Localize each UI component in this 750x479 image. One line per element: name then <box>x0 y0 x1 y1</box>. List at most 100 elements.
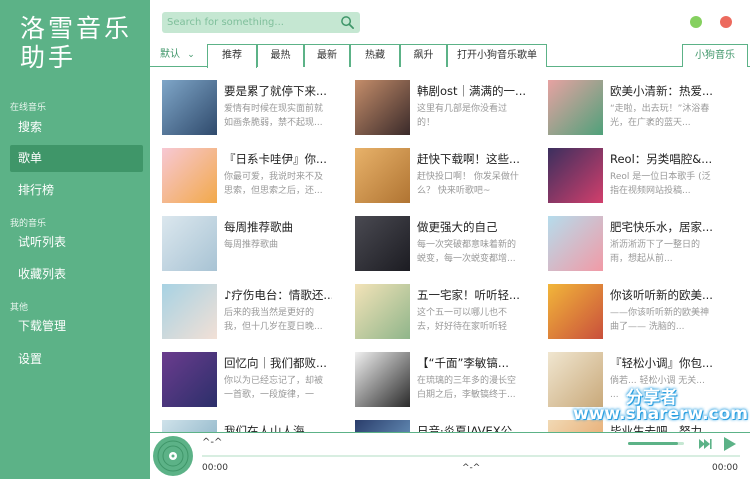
sidebar-item-settings[interactable]: 设置 <box>10 346 143 373</box>
playlist-card[interactable]: 肥宅快乐水，居家... 淅沥淅沥下了一整日的雨，想起从前... <box>536 216 721 276</box>
total-time: 00:00 <box>712 463 738 473</box>
playlist-cover[interactable] <box>548 80 603 135</box>
playlist-cover[interactable] <box>162 420 217 432</box>
playlist-card[interactable]: 我们在人山人海... <box>150 420 335 432</box>
search-input[interactable] <box>167 12 332 33</box>
playlist-title[interactable]: 『日系卡哇伊』你... <box>224 151 332 167</box>
playlist-cover[interactable] <box>162 352 217 407</box>
playlist-title[interactable]: 赶快下载啊！这些... <box>417 151 525 167</box>
playlist-title[interactable]: 日音·炎夏|AVEX公... <box>417 423 525 432</box>
playlist-cover[interactable] <box>162 80 217 135</box>
playlist-card[interactable]: 日音·炎夏|AVEX公... <box>343 420 528 432</box>
playlist-description: 这里有几部是你没看过的！ <box>417 104 508 128</box>
play-icon[interactable] <box>723 436 737 452</box>
playlist-title[interactable]: 我们在人山人海... <box>224 423 332 432</box>
playlist-title[interactable]: 欧美小清新：热爱... <box>610 83 718 99</box>
tab-hot-collect[interactable]: 热藏 <box>350 44 400 67</box>
section-label-my-music: 我的音乐 <box>10 219 47 229</box>
volume-fill <box>628 442 679 445</box>
section-label-other: 其他 <box>10 303 29 313</box>
playlist-card[interactable]: 回忆向｜我们都败... 你以为已经忘记了，却被一首歌，一段旋律，一张... <box>150 352 335 412</box>
playlist-cover[interactable] <box>355 80 410 135</box>
playlist-cover[interactable] <box>548 284 603 339</box>
playlist-cover[interactable] <box>355 352 410 407</box>
close-button[interactable] <box>720 16 732 28</box>
search-icon[interactable] <box>340 15 355 30</box>
tab-open-kugou-playlist[interactable]: 打开小狗音乐歌单 <box>447 44 547 67</box>
sidebar-item-charts[interactable]: 排行榜 <box>10 177 143 204</box>
tab-newest[interactable]: 最新 <box>304 44 350 67</box>
sort-dropdown-label: 默认 <box>160 49 180 60</box>
track-name: ^-^ <box>202 437 223 448</box>
playlist-card[interactable]: 要是累了就停下来... 爱情有时候在现实面前就如画条脆弱，禁不起现... <box>150 80 335 140</box>
volume-slider[interactable] <box>628 442 684 445</box>
playlist-title[interactable]: 韩剧ost｜满满的一... <box>417 83 525 99</box>
playlist-description: 爱情有时候在现实面前就如画条脆弱，禁不起现... <box>224 104 324 128</box>
playlist-cover[interactable] <box>162 216 217 271</box>
playlist-card[interactable]: 『日系卡哇伊』你... 你最可爱，我说时来不及思索，但思索之后，还... <box>150 148 335 208</box>
playlist-card[interactable]: ♪疗伤电台：情歌还... 后来的我当然是更好的我，但十几岁在夏日晚... <box>150 284 335 344</box>
playlist-cover[interactable] <box>355 420 410 432</box>
tab-bar: 默认 ⌄ 推荐 最热 最新 热藏 飙升 打开小狗音乐歌单 小狗音乐 <box>150 44 750 68</box>
playlist-card[interactable]: 【“千面”李敏镐... 在琉璃的三年多的漫长空白期之后，李敏镐终于... <box>343 352 528 412</box>
playlist-card[interactable]: 每周推荐歌曲 每周推荐歌曲 <box>150 216 335 276</box>
playlist-cover[interactable] <box>355 216 410 271</box>
playlist-cover[interactable] <box>548 148 603 203</box>
playlist-description: ——你该听听新的欧美神曲了—— 洗脑的... <box>610 308 710 332</box>
playlist-cover[interactable] <box>355 284 410 339</box>
playlist-card[interactable]: Reol：另类唱腔&... Reol 是一位日本歌手 (泛指在视频网站投稿... <box>536 148 721 208</box>
playlist-cover[interactable] <box>355 148 410 203</box>
playlist-card[interactable]: 做更强大的自己每一次突破都意味着新的蜕变，每一次蜕变都增... <box>343 216 528 276</box>
playlist-grid: 要是累了就停下来... 爱情有时候在现实面前就如画条脆弱，禁不起现... 韩剧ost… <box>150 67 750 432</box>
playlist-card[interactable]: 韩剧ost｜满满的一... 这里有几部是你没看过的！ <box>343 80 528 140</box>
sidebar-item-downloads[interactable]: 下载管理 <box>10 313 143 340</box>
minimize-button[interactable] <box>690 16 702 28</box>
playlist-description: 你以为已经忘记了，却被一首歌，一段旋律，一张... <box>224 376 324 400</box>
playlist-cover[interactable] <box>548 352 603 407</box>
playlist-title[interactable]: 每周推荐歌曲 <box>224 219 332 235</box>
playlist-title[interactable]: 回忆向｜我们都败... <box>224 355 332 371</box>
playlist-card[interactable]: 赶快下载啊！这些... 赶快投口啊！ 你发呆做什么？ 快来听歌吧~ <box>343 148 528 208</box>
album-disc-icon[interactable] <box>152 435 194 477</box>
sidebar-item-trial-list[interactable]: 试听列表 <box>10 229 143 256</box>
chevron-down-icon: ⌄ <box>187 50 195 60</box>
playlist-title[interactable]: 要是累了就停下来... <box>224 83 332 99</box>
playlist-description: 赶快投口啊！ 你发呆做什么？ 快来听歌吧~ <box>417 172 519 196</box>
playlist-title[interactable]: Reol：另类唱腔&... <box>610 151 718 167</box>
sidebar-item-playlists[interactable]: 歌单 <box>10 145 143 172</box>
playlist-card[interactable]: 你该听听新的欧美... ——你该听听新的欧美神曲了—— 洗脑的... <box>536 284 721 344</box>
section-label-online: 在线音乐 <box>10 103 47 113</box>
next-track-icon[interactable] <box>698 437 712 451</box>
playlist-cover[interactable] <box>162 284 217 339</box>
tab-hottest[interactable]: 最热 <box>257 44 304 67</box>
playlist-cover[interactable] <box>162 148 217 203</box>
playlist-title[interactable]: 『轻松小调』你包... <box>610 355 718 371</box>
playlist-description: “走啦，出去玩！”沐浴春光，在广袤的蓝天... <box>610 104 710 128</box>
tab-rising[interactable]: 飙升 <box>400 44 447 67</box>
playlist-title[interactable]: 做更强大的自己 <box>417 219 525 235</box>
playlist-title[interactable]: 你该听听新的欧美... <box>610 287 718 303</box>
playlist-cover[interactable] <box>548 216 603 271</box>
tab-recommend[interactable]: 推荐 <box>207 44 257 68</box>
playlist-card[interactable]: 欧美小清新：热爱... “走啦，出去玩！”沐浴春光，在广袤的蓝天... <box>536 80 721 140</box>
playlist-title[interactable]: 五一宅家！听听轻... <box>417 287 525 303</box>
playlist-title[interactable]: 毕业生去吧，努力... <box>610 423 718 432</box>
playlist-title[interactable]: 【“千面”李敏镐... <box>417 355 525 371</box>
time-marker: ^-^ <box>462 463 481 473</box>
playlist-title[interactable]: 肥宅快乐水，居家... <box>610 219 718 235</box>
progress-bar[interactable] <box>202 455 740 457</box>
player-bar: ^-^ 00:00 ^-^ 00:00 <box>150 432 750 479</box>
sidebar-item-search[interactable]: 搜索 <box>10 114 143 141</box>
app-title: 洛雪音乐助手 <box>20 14 133 72</box>
sort-dropdown[interactable]: 默认 ⌄ <box>160 44 195 67</box>
sidebar-item-favorites[interactable]: 收藏列表 <box>10 261 143 288</box>
search-box[interactable] <box>162 12 360 33</box>
playlist-title[interactable]: ♪疗伤电台：情歌还... <box>224 287 332 303</box>
source-selector[interactable]: 小狗音乐 <box>682 44 748 67</box>
playlist-description: 后来的我当然是更好的我，但十几岁在夏日晚... <box>224 308 323 332</box>
playlist-description: Reol 是一位日本歌手 (泛指在视频网站投稿... <box>610 172 711 196</box>
playlist-description: 每一次突破都意味着新的蜕变，每一次蜕变都增... <box>417 240 517 264</box>
playlist-description: 你最可爱，我说时来不及思索，但思索之后，还... <box>224 172 324 196</box>
playlist-card[interactable]: 五一宅家！听听轻... 这个五一可以哪儿也不去，好好待在家听听轻音... <box>343 284 528 344</box>
playlist-description: 在琉璃的三年多的漫长空白期之后，李敏镐终于... <box>417 376 517 400</box>
